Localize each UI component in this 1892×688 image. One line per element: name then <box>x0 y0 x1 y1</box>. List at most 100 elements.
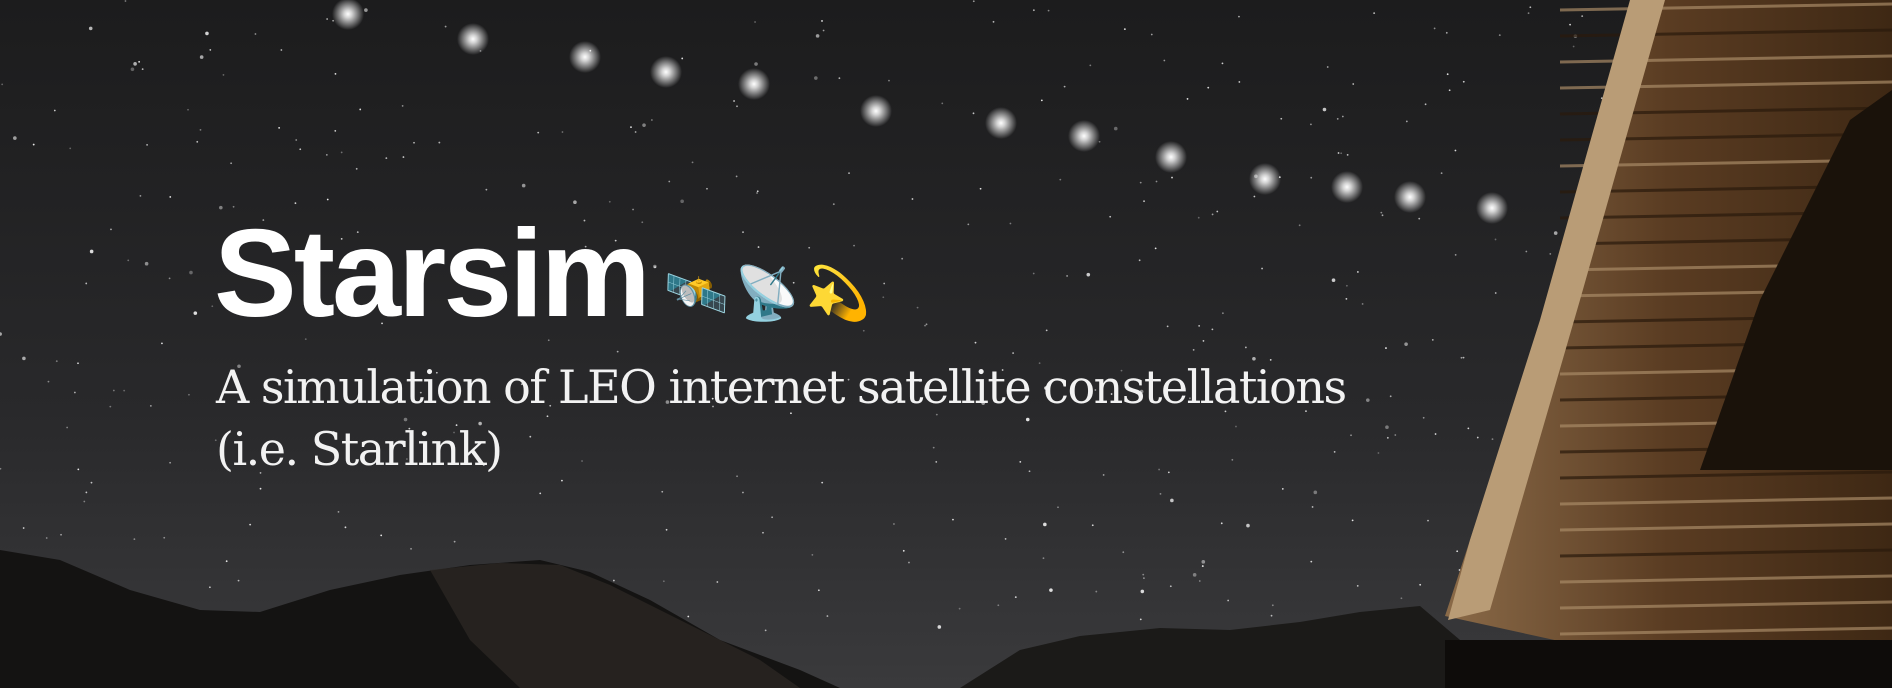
star <box>1498 34 1501 37</box>
star <box>1197 216 1200 219</box>
star <box>438 141 441 144</box>
star <box>1381 214 1384 217</box>
star <box>259 487 262 490</box>
star <box>1345 284 1348 287</box>
star <box>1140 589 1145 594</box>
star <box>1170 498 1174 503</box>
star <box>208 586 211 589</box>
satellite-dot <box>1394 181 1426 213</box>
star <box>822 29 825 32</box>
star <box>402 156 405 158</box>
star <box>687 615 690 618</box>
star <box>1198 580 1201 582</box>
star <box>762 531 764 534</box>
star <box>1089 64 1092 67</box>
star <box>1345 297 1348 300</box>
star <box>992 20 995 23</box>
star <box>112 389 115 392</box>
star <box>1227 599 1230 602</box>
star <box>1400 597 1403 600</box>
star <box>941 102 944 105</box>
star <box>1207 86 1210 89</box>
star <box>838 77 841 80</box>
star <box>937 625 942 629</box>
star <box>1553 231 1558 235</box>
star <box>1004 538 1007 540</box>
star <box>1221 62 1224 65</box>
satellite-dot <box>1476 192 1508 224</box>
star <box>1529 6 1532 9</box>
star <box>146 143 148 146</box>
star <box>133 62 137 66</box>
star <box>911 198 914 200</box>
star <box>811 553 814 556</box>
star <box>742 491 744 494</box>
star <box>1155 180 1158 183</box>
star <box>1014 596 1017 599</box>
star <box>537 131 540 134</box>
star <box>680 199 684 204</box>
satellite-dot <box>1249 163 1281 195</box>
star <box>817 589 820 592</box>
star <box>1138 259 1141 262</box>
star <box>974 341 977 344</box>
star <box>1192 573 1197 577</box>
star <box>882 296 885 299</box>
star <box>1221 312 1224 315</box>
star <box>1244 346 1247 349</box>
star <box>1385 347 1387 349</box>
star <box>1113 126 1118 131</box>
star <box>1572 45 1575 48</box>
star <box>60 533 62 536</box>
star <box>1336 117 1339 120</box>
star <box>814 76 818 80</box>
star <box>1201 565 1204 567</box>
star <box>344 526 347 529</box>
star <box>1310 123 1312 126</box>
star <box>85 282 88 285</box>
star <box>1139 618 1142 621</box>
satellite-dot <box>569 41 601 73</box>
star <box>764 629 767 632</box>
star <box>1063 85 1066 88</box>
star <box>972 0 975 3</box>
satellite-dot <box>985 107 1017 139</box>
star <box>1549 253 1552 255</box>
star <box>888 79 890 82</box>
star <box>916 306 919 309</box>
star <box>1311 506 1314 508</box>
star <box>573 200 577 205</box>
star <box>1462 80 1465 83</box>
star <box>754 21 756 23</box>
star <box>1356 271 1359 273</box>
star <box>608 200 611 203</box>
star <box>364 8 368 12</box>
star <box>706 187 708 190</box>
star <box>127 259 130 262</box>
star <box>77 468 80 471</box>
star <box>90 481 93 484</box>
star <box>133 538 136 541</box>
star <box>249 523 252 526</box>
star <box>612 579 615 582</box>
subtitle-line-2: (i.e. Starlink) <box>216 422 503 476</box>
star <box>1340 152 1343 155</box>
star <box>334 129 337 132</box>
star <box>1337 152 1340 154</box>
star <box>109 405 112 408</box>
star <box>199 128 202 131</box>
star <box>1166 325 1169 328</box>
star <box>1009 222 1012 225</box>
star <box>924 324 926 327</box>
star <box>1380 211 1383 214</box>
star <box>1139 181 1142 184</box>
star <box>1047 9 1050 12</box>
star <box>1159 492 1162 495</box>
star <box>1109 215 1112 218</box>
star <box>979 187 982 190</box>
star <box>808 246 811 249</box>
satellite-dish-star-icons: 🛰️📡💫 <box>664 264 877 324</box>
star <box>1527 12 1530 15</box>
star <box>130 67 135 72</box>
satellite-dot <box>1068 120 1100 152</box>
